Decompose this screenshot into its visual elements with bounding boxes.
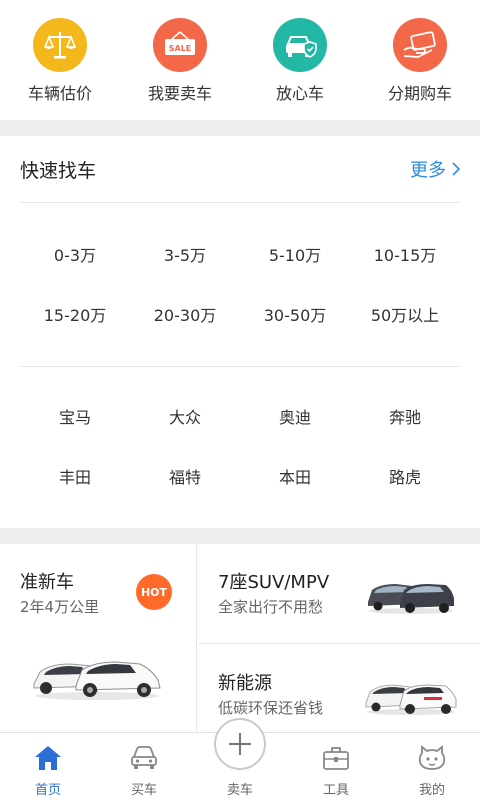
brand-option[interactable]: 大众 <box>130 386 240 446</box>
brand-option[interactable]: 丰田 <box>20 446 130 506</box>
section-gap <box>0 120 480 136</box>
card-title: 准新车 <box>20 572 74 593</box>
price-range-option[interactable]: 5-10万 <box>240 224 350 284</box>
price-range-option[interactable]: 30-50万 <box>240 284 350 344</box>
service-certified-car[interactable]: 放心车 <box>240 0 360 120</box>
price-range-option[interactable]: 0-3万 <box>20 224 130 284</box>
service-label: 分期购车 <box>387 84 452 103</box>
tab-label: 工具 <box>322 783 349 798</box>
card-near-new[interactable]: 准新车 2年4万公里 HOT <box>0 544 197 732</box>
ev-cars-image <box>365 684 457 715</box>
car-shield-icon <box>273 18 327 72</box>
brand-option[interactable]: 奥迪 <box>240 386 350 446</box>
more-label: 更多 <box>410 160 446 181</box>
section-gap <box>0 528 480 544</box>
divider <box>20 202 460 203</box>
card-subtitle: 全家出行不用愁 <box>218 598 324 616</box>
quick-find-title: 快速找车 <box>20 160 97 182</box>
sale-badge-text: SALE <box>169 44 192 53</box>
tab-label: 买车 <box>130 783 157 798</box>
card-title: 7座SUV/MPV <box>218 572 330 593</box>
tab-label: 卖车 <box>226 783 253 798</box>
card-suv-mpv[interactable]: 7座SUV/MPV 全家出行不用愁 <box>198 544 480 644</box>
home-icon <box>33 743 63 773</box>
price-range-grid: 0-3万 3-5万 5-10万 10-15万 15-20万 20-30万 30-… <box>20 224 460 344</box>
quick-find-header: 快速找车 更多 <box>0 136 480 202</box>
service-vehicle-valuation[interactable]: 车辆估价 <box>0 0 120 120</box>
price-range-option[interactable]: 15-20万 <box>20 284 130 344</box>
category-cards: 准新车 2年4万公里 HOT 7座SUV/MPV 全家出行不用愁 新能源 低碳环… <box>0 544 480 732</box>
service-label: 我要卖车 <box>147 84 212 103</box>
service-installment[interactable]: 分期购车 <box>360 0 480 120</box>
service-sell-car[interactable]: SALE 我要卖车 <box>120 0 240 120</box>
card-title: 新能源 <box>218 673 272 694</box>
hand-card-icon <box>393 18 447 72</box>
tab-tools[interactable]: 工具 <box>288 733 384 800</box>
sell-car-plus-button[interactable] <box>214 718 266 770</box>
service-label: 放心车 <box>275 84 324 103</box>
toolbox-icon <box>321 743 351 773</box>
card-subtitle: 2年4万公里 <box>20 598 100 616</box>
tab-home[interactable]: 首页 <box>0 733 96 800</box>
sale-tag-icon: SALE <box>153 18 207 72</box>
tab-label: 首页 <box>34 783 61 798</box>
more-link[interactable]: 更多 <box>410 156 460 182</box>
divider <box>20 366 460 367</box>
brand-option[interactable]: 路虎 <box>350 446 460 506</box>
tab-buy-car[interactable]: 买车 <box>96 733 192 800</box>
price-range-option[interactable]: 10-15万 <box>350 224 460 284</box>
chevron-right-icon <box>452 162 460 176</box>
tab-label: 我的 <box>418 783 445 798</box>
brand-option[interactable]: 宝马 <box>20 386 130 446</box>
brand-option[interactable]: 本田 <box>240 446 350 506</box>
price-range-option[interactable]: 50万以上 <box>350 284 460 344</box>
price-range-option[interactable]: 3-5万 <box>130 224 240 284</box>
brand-grid: 宝马 大众 奥迪 奔驰 丰田 福特 本田 路虎 <box>20 386 460 506</box>
white-cars-image <box>33 661 161 700</box>
price-range-option[interactable]: 20-30万 <box>130 284 240 344</box>
hot-badge: HOT <box>136 574 172 610</box>
service-shortcuts: 车辆估价 SALE 我要卖车 放心车 分期购车 <box>0 0 480 120</box>
scale-icon <box>33 18 87 72</box>
brand-option[interactable]: 奔驰 <box>350 386 460 446</box>
profile-face-icon <box>417 743 447 773</box>
card-subtitle: 低碳环保还省钱 <box>218 699 324 717</box>
plus-icon <box>229 733 251 755</box>
dark-suv-image <box>368 584 454 614</box>
car-front-icon <box>129 743 159 773</box>
brand-option[interactable]: 福特 <box>130 446 240 506</box>
tab-mine[interactable]: 我的 <box>384 733 480 800</box>
service-label: 车辆估价 <box>27 84 92 103</box>
